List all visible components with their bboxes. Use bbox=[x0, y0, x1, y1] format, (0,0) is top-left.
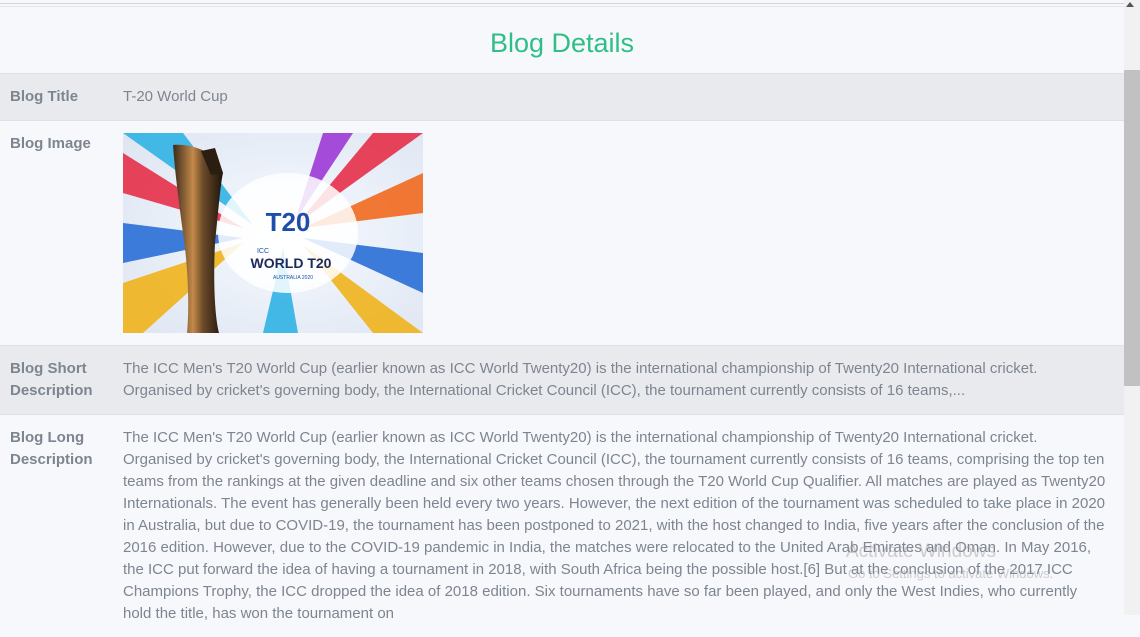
australia-2020-text: AUSTRALIA 2020 bbox=[273, 275, 313, 281]
blog-title-value: T-20 World Cup bbox=[123, 74, 1124, 121]
blog-long-description-value: The ICC Men's T20 World Cup (earlier kno… bbox=[123, 415, 1124, 637]
row-blog-long-description: Blog Long Description The ICC Men's T20 … bbox=[0, 415, 1124, 637]
blog-long-description-label: Blog Long Description bbox=[0, 415, 123, 637]
blog-short-description-value: The ICC Men's T20 World Cup (earlier kno… bbox=[123, 346, 1124, 415]
blog-image-label: Blog Image bbox=[0, 121, 123, 346]
blog-short-description-label: Blog Short Description bbox=[0, 346, 123, 415]
world-t20-text: WORLD T20 bbox=[251, 255, 332, 271]
top-border bbox=[0, 3, 1124, 4]
activate-windows-subtext: Go to Settings to activate Windows. bbox=[848, 566, 1053, 581]
row-blog-title: Blog Title T-20 World Cup bbox=[0, 74, 1124, 121]
icc-text: ICC bbox=[257, 248, 269, 255]
scrollbar-thumb[interactable] bbox=[1124, 70, 1140, 386]
top-border-secondary bbox=[0, 6, 1124, 7]
blog-image-cell: T20 ICC WORLD T20 AUSTRALIA 2020 bbox=[123, 121, 1124, 346]
activate-windows-watermark: Activate Windows bbox=[846, 541, 996, 563]
blog-title-label: Blog Title bbox=[0, 74, 123, 121]
scroll-up-arrow-icon[interactable] bbox=[1126, 2, 1134, 7]
world-t20-trophy-image: T20 ICC WORLD T20 AUSTRALIA 2020 bbox=[123, 133, 423, 333]
t20-logo-text: T20 bbox=[266, 207, 311, 237]
blog-image: T20 ICC WORLD T20 AUSTRALIA 2020 bbox=[123, 133, 423, 333]
row-blog-image: Blog Image bbox=[0, 121, 1124, 346]
page-title: Blog Details bbox=[0, 28, 1124, 59]
row-blog-short-description: Blog Short Description The ICC Men's T20… bbox=[0, 346, 1124, 415]
